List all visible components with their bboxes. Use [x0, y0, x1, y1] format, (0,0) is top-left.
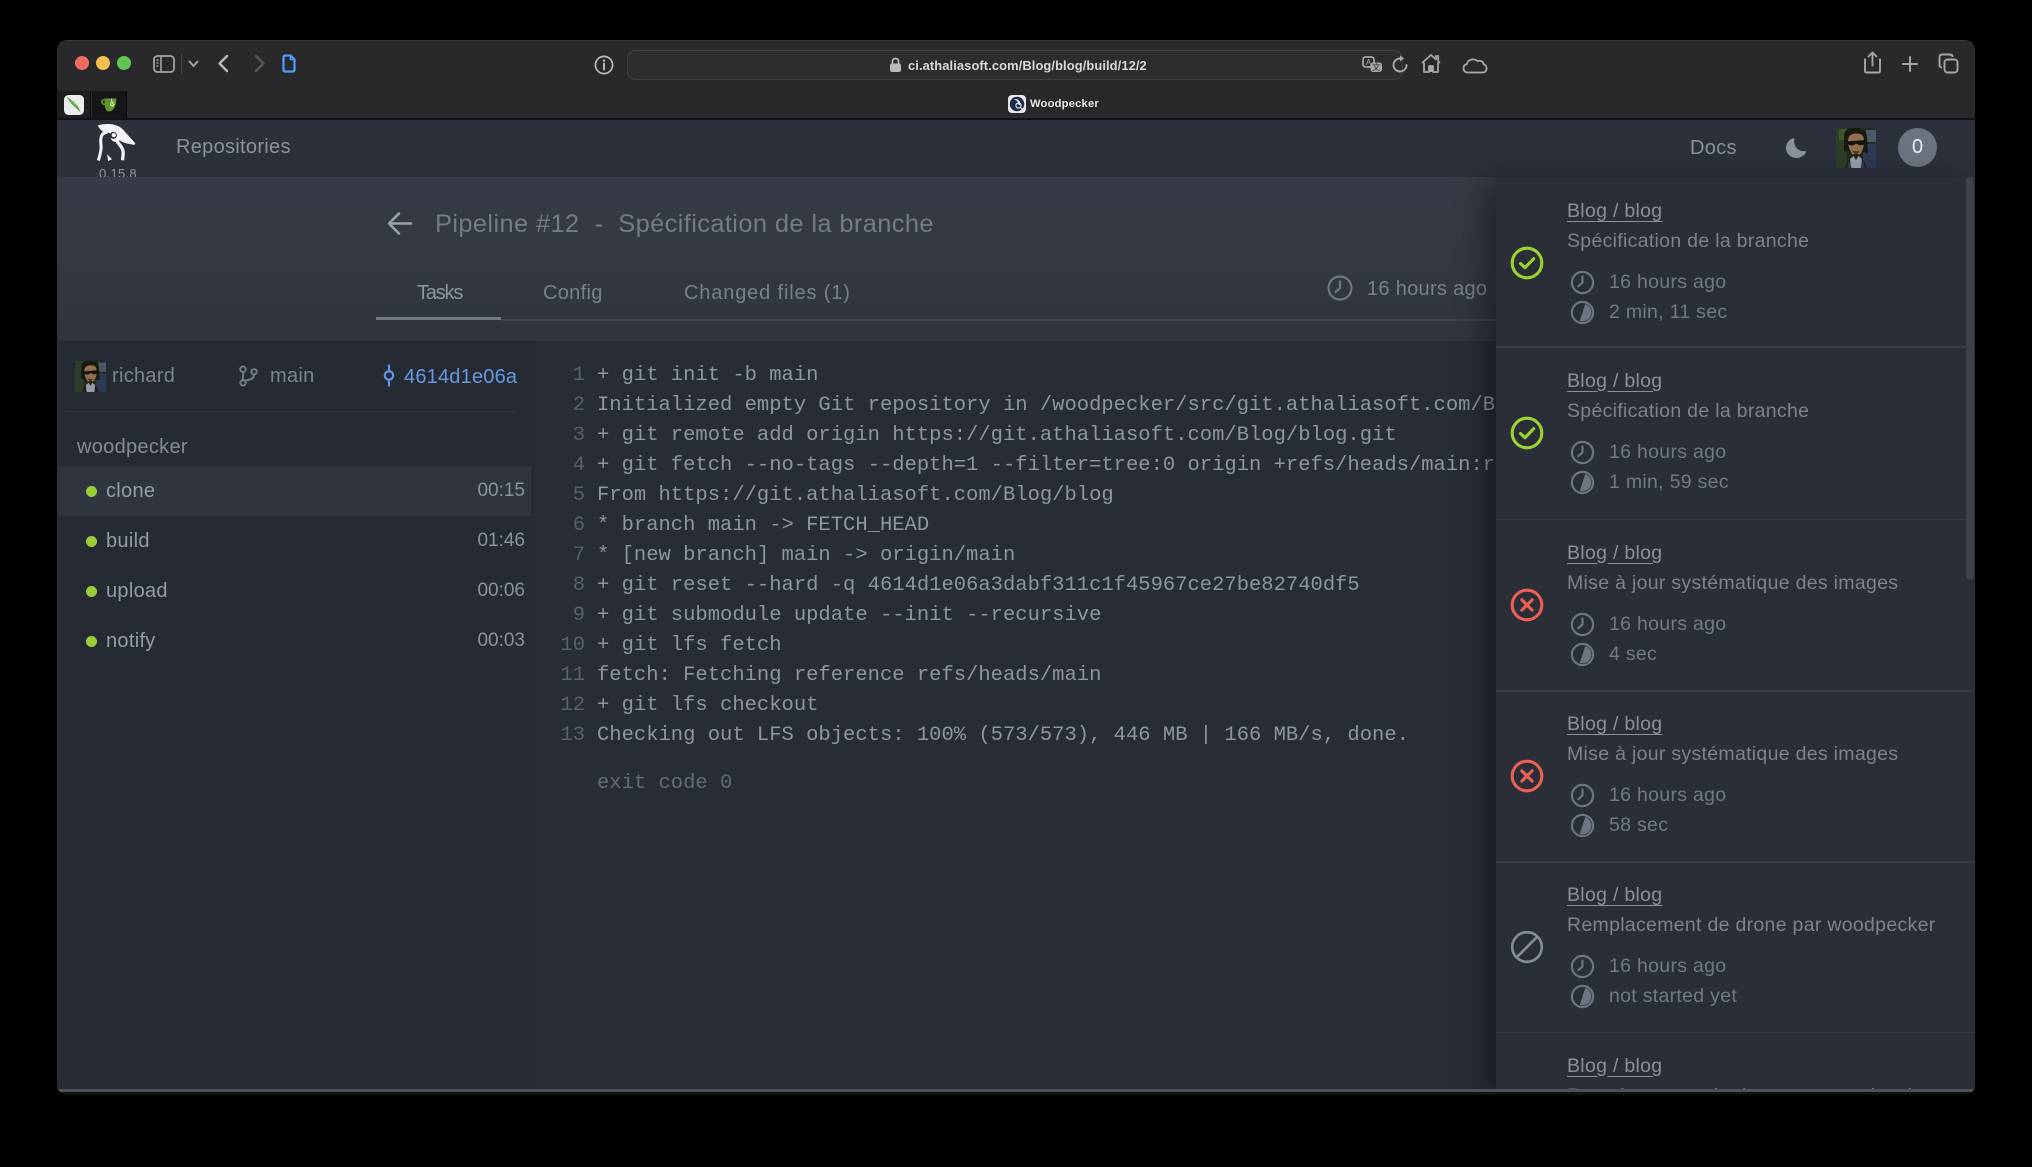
- svg-text:文: 文: [1372, 62, 1380, 72]
